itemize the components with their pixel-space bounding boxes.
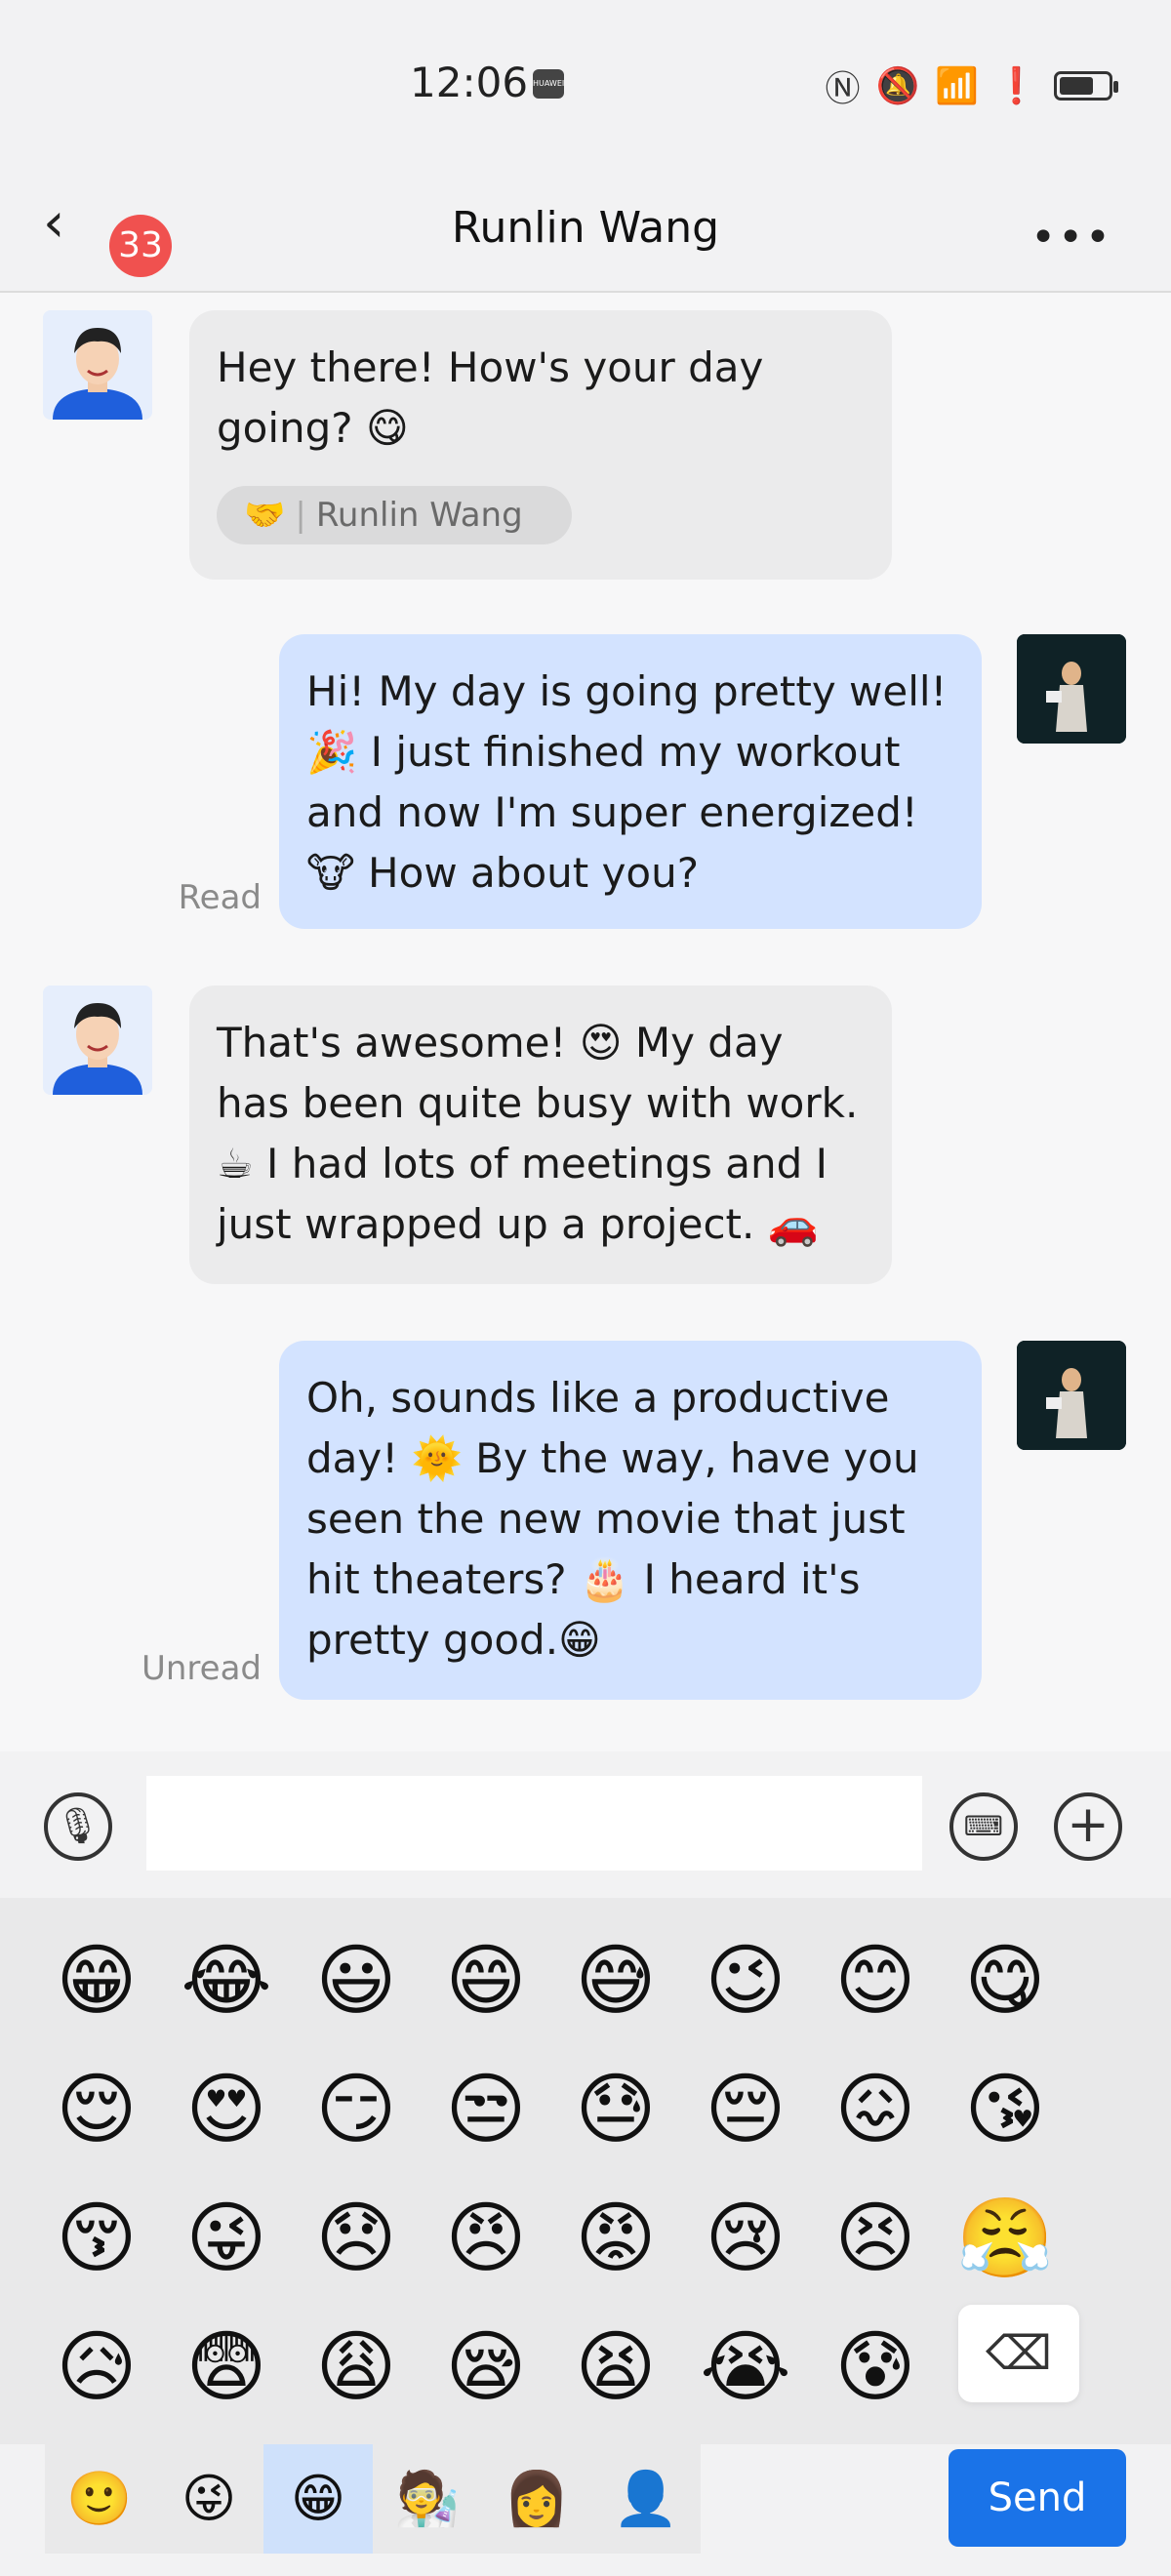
nfc-icon: Ⓝ [825, 69, 861, 109]
handshake-icon: 🤝 [244, 496, 286, 535]
emoji-tab-bar: 🙂 😜 😁 🧑‍🔬 👩 👤 Send [0, 2444, 1171, 2576]
read-status: Unread [141, 1649, 262, 1688]
emoji-key[interactable]: 😣 [822, 2185, 929, 2292]
emoji-key[interactable]: 😔 [692, 2056, 799, 2163]
emoji-key[interactable]: 😌 [43, 2056, 150, 2163]
keyboard-toggle-icon[interactable]: ⌨ [949, 1792, 1018, 1861]
emoji-key[interactable]: 😉 [692, 1927, 799, 2034]
emoji-key[interactable]: 😩 [303, 2314, 410, 2421]
input-bar: 🎙 ⌨ + [0, 1751, 1171, 1898]
tab-grin[interactable]: 😁 [263, 2444, 373, 2554]
my-avatar[interactable] [1017, 1341, 1126, 1450]
emoji-key[interactable]: 😒 [432, 2056, 540, 2163]
emoji-key[interactable]: 😅 [562, 1927, 669, 2034]
emoji-key[interactable]: 😄 [432, 1927, 540, 2034]
chat-title: Runlin Wang [451, 203, 720, 253]
sim-icon: HUAWEI [533, 69, 564, 99]
emoji-key[interactable]: 😰 [822, 2314, 929, 2421]
my-avatar[interactable] [1017, 634, 1126, 744]
emoji-key[interactable]: 😫 [562, 2314, 669, 2421]
message-bubble[interactable]: Hey there! How's your day going? 😋 🤝 | Run… [189, 310, 892, 580]
emoji-key[interactable]: 😨 [173, 2314, 280, 2421]
message-bubble[interactable]: Oh, sounds like a productive day! 🌞 By t… [279, 1341, 982, 1700]
emoji-key[interactable]: 😘 [951, 2056, 1059, 2163]
message-text: Hey there! How's your day going? 😋 [217, 343, 764, 452]
status-bar: 12:06 HUAWEI Ⓝ 🔕 📶 ❗ [0, 0, 1171, 166]
sender-tag-name: Runlin Wang [315, 496, 523, 535]
emoji-key[interactable]: 😓 [562, 2056, 669, 2163]
emoji-key[interactable]: 😚 [43, 2185, 150, 2292]
emoji-key[interactable]: 😁 [43, 1927, 150, 2034]
message-text: Oh, sounds like a productive day! 🌞 By t… [306, 1374, 919, 1664]
chat-header: ‹ 33 Runlin Wang ••• [0, 166, 1171, 293]
backspace-button[interactable]: ⌫ [958, 2305, 1079, 2402]
emoji-key[interactable]: 😊 [822, 1927, 929, 2034]
mute-icon: 🔕 [875, 66, 920, 106]
tab-wink[interactable]: 😜 [154, 2444, 263, 2554]
emoji-key[interactable]: 😥 [43, 2314, 150, 2421]
system-icons: Ⓝ 🔕 📶 ❗ [825, 60, 1118, 111]
emoji-key[interactable]: 😡 [562, 2185, 669, 2292]
message-list[interactable]: Hey there! How's your day going? 😋 🤝 | Run… [0, 293, 1171, 1751]
emoji-key[interactable]: 😢 [692, 2185, 799, 2292]
emoji-key[interactable]: 😏 [303, 2056, 410, 2163]
battery-icon [1054, 71, 1118, 101]
emoji-key[interactable]: 😂 [173, 1927, 280, 2034]
tab-sticker-avatar[interactable]: 👤 [591, 2444, 701, 2554]
voice-input-icon[interactable]: 🎙 [44, 1792, 112, 1861]
message-text: That's awesome! 😍 My day has been quite … [217, 1019, 859, 1248]
emoji-key[interactable]: 😤 [951, 2185, 1059, 2292]
emoji-key[interactable]: 😍 [173, 2056, 280, 2163]
sender-tag[interactable]: 🤝 | Runlin Wang [217, 486, 572, 544]
message-input[interactable] [146, 1776, 922, 1871]
contact-avatar[interactable] [43, 986, 152, 1095]
emoji-key[interactable]: 😪 [432, 2314, 540, 2421]
message-bubble[interactable]: That's awesome! 😍 My day has been quite … [189, 986, 892, 1284]
send-button[interactable]: Send [949, 2449, 1126, 2547]
message-text: Hi! My day is going pretty well! 🎉 I jus… [306, 667, 948, 897]
tab-sticker-girl[interactable]: 👩 [482, 2444, 591, 2554]
alert-icon: ❗ [994, 66, 1038, 106]
tab-smiley[interactable]: 🙂 [45, 2444, 154, 2554]
read-status: Read [178, 878, 262, 917]
message-bubble[interactable]: Hi! My day is going pretty well! 🎉 I jus… [279, 634, 982, 929]
emoji-key[interactable]: 😃 [303, 1927, 410, 2034]
wifi-icon: 📶 [935, 66, 980, 106]
contact-avatar[interactable] [43, 310, 152, 420]
tab-sticker-scientist[interactable]: 🧑‍🔬 [373, 2444, 482, 2554]
emoji-key[interactable]: 😭 [692, 2314, 799, 2421]
emoji-key[interactable]: 😞 [303, 2185, 410, 2292]
clock: 12:06 [410, 59, 529, 106]
more-options-icon[interactable]: ••• [1030, 213, 1112, 262]
emoji-key[interactable]: 😋 [951, 1927, 1059, 2034]
emoji-key[interactable]: 😠 [432, 2185, 540, 2292]
emoji-key[interactable]: 😜 [173, 2185, 280, 2292]
emoji-panel: 😁 😂 😃 😄 😅 😉 😊 😋 😌 😍 😏 😒 😓 😔 😖 😘 😚 😜 😞 😠 😡 😢 😣 😤 😥 😨 😩 😪 😫 😭 😰 ⌫ [0, 1898, 1171, 2444]
emoji-key[interactable]: 😖 [822, 2056, 929, 2163]
add-attachment-icon[interactable]: + [1054, 1792, 1122, 1861]
